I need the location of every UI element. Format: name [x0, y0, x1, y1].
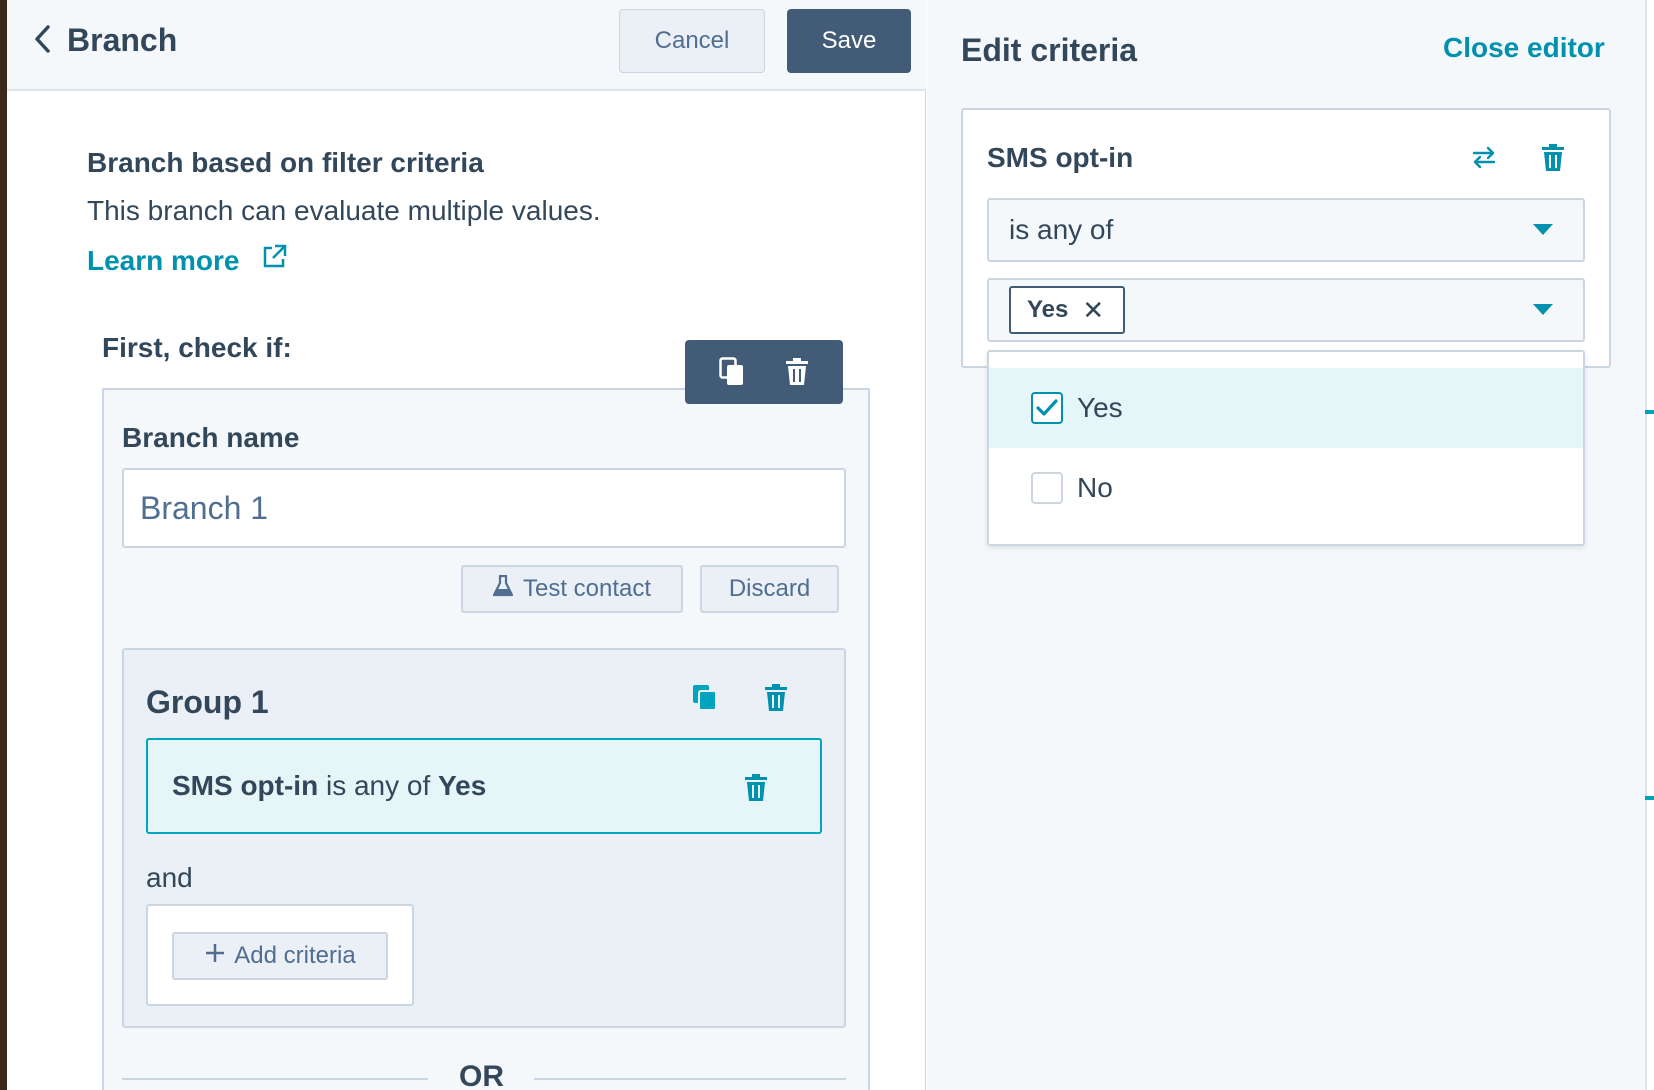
- first-check-label: First, check if:: [102, 332, 292, 363]
- discard-button[interactable]: Discard: [700, 565, 839, 613]
- trash-icon[interactable]: [1541, 144, 1565, 177]
- caret-down-icon: [1533, 304, 1553, 315]
- learn-more-label[interactable]: Learn more: [87, 245, 240, 277]
- save-button[interactable]: Save: [787, 9, 911, 73]
- caret-down-icon: [1533, 224, 1553, 235]
- plus-icon: [204, 942, 226, 971]
- test-contact-button[interactable]: Test contact: [461, 565, 683, 613]
- branch-name-input[interactable]: [122, 468, 846, 548]
- operator-select[interactable]: is any of: [987, 198, 1585, 262]
- editor-title: Edit criteria: [961, 32, 1138, 68]
- copy-icon[interactable]: [692, 684, 718, 717]
- divider: [122, 1078, 428, 1080]
- close-editor-link[interactable]: Close editor: [1443, 32, 1605, 64]
- checkbox-checked[interactable]: [1031, 392, 1063, 424]
- criteria-group: Group 1 SMS opt-in is any of Yes and Add…: [122, 648, 846, 1028]
- criteria-property: SMS opt-in: [172, 770, 319, 801]
- or-label: OR: [459, 1060, 504, 1090]
- criteria-property-name: SMS opt-in: [987, 142, 1134, 173]
- info-description: This branch can evaluate multiple values…: [87, 195, 601, 226]
- trash-icon[interactable]: [744, 774, 768, 807]
- criteria-value: Yes: [438, 770, 487, 801]
- page-title[interactable]: Branch: [67, 22, 177, 59]
- criteria-summary: SMS opt-in is any of Yes: [172, 770, 486, 802]
- branch-name-label: Branch name: [122, 422, 300, 453]
- operator-value: is any of: [1009, 214, 1114, 245]
- swap-icon[interactable]: [1471, 144, 1497, 175]
- group-title: Group 1: [146, 684, 269, 720]
- option-label: Yes: [1077, 392, 1123, 423]
- branch-toolbar: [685, 340, 843, 404]
- add-criteria-box: Add criteria: [146, 904, 414, 1006]
- cancel-button[interactable]: Cancel: [619, 9, 765, 73]
- background-strip: [0, 0, 7, 1090]
- dropdown-option-yes[interactable]: Yes: [989, 368, 1583, 448]
- criteria-operator: is any of: [325, 770, 431, 801]
- canvas-connector: [1645, 410, 1654, 414]
- branch-card: Branch name Test contact Discard Group 1…: [102, 388, 870, 1090]
- check-icon: [1036, 399, 1058, 416]
- branch-panel: Branch Cancel Save Branch based on filte…: [7, 0, 926, 1090]
- trash-icon[interactable]: [764, 684, 788, 717]
- flask-icon: [492, 574, 514, 604]
- external-link-icon: [260, 243, 288, 278]
- and-label: and: [146, 862, 193, 893]
- canvas-connector: [1645, 796, 1654, 800]
- criteria-row[interactable]: SMS opt-in is any of Yes: [146, 738, 822, 834]
- value-dropdown: Yes No: [987, 350, 1585, 546]
- value-select[interactable]: Yes ✕: [987, 278, 1585, 342]
- trash-icon[interactable]: [785, 358, 809, 386]
- divider: [534, 1078, 846, 1080]
- add-criteria-button[interactable]: Add criteria: [172, 932, 388, 980]
- option-label: No: [1077, 472, 1113, 503]
- test-contact-label: Test contact: [522, 575, 652, 602]
- close-icon[interactable]: ✕: [1082, 297, 1104, 323]
- dropdown-option-no[interactable]: No: [989, 448, 1583, 528]
- tag-label: Yes: [1027, 296, 1069, 323]
- learn-more-link[interactable]: Learn more: [87, 243, 288, 278]
- panel-header: Branch Cancel Save: [7, 0, 926, 91]
- selected-value-tag: Yes ✕: [1009, 286, 1125, 334]
- copy-icon[interactable]: [719, 357, 745, 387]
- chevron-left-icon[interactable]: [33, 24, 51, 54]
- info-title: Branch based on filter criteria: [87, 147, 484, 178]
- add-criteria-label: Add criteria: [234, 942, 356, 969]
- checkbox-unchecked[interactable]: [1031, 472, 1063, 504]
- background-canvas-edge: [1645, 0, 1654, 1090]
- edit-criteria-panel: Edit criteria Close editor SMS opt-in is…: [927, 0, 1645, 1090]
- criteria-editor-card: SMS opt-in is any of Yes ✕: [961, 108, 1611, 368]
